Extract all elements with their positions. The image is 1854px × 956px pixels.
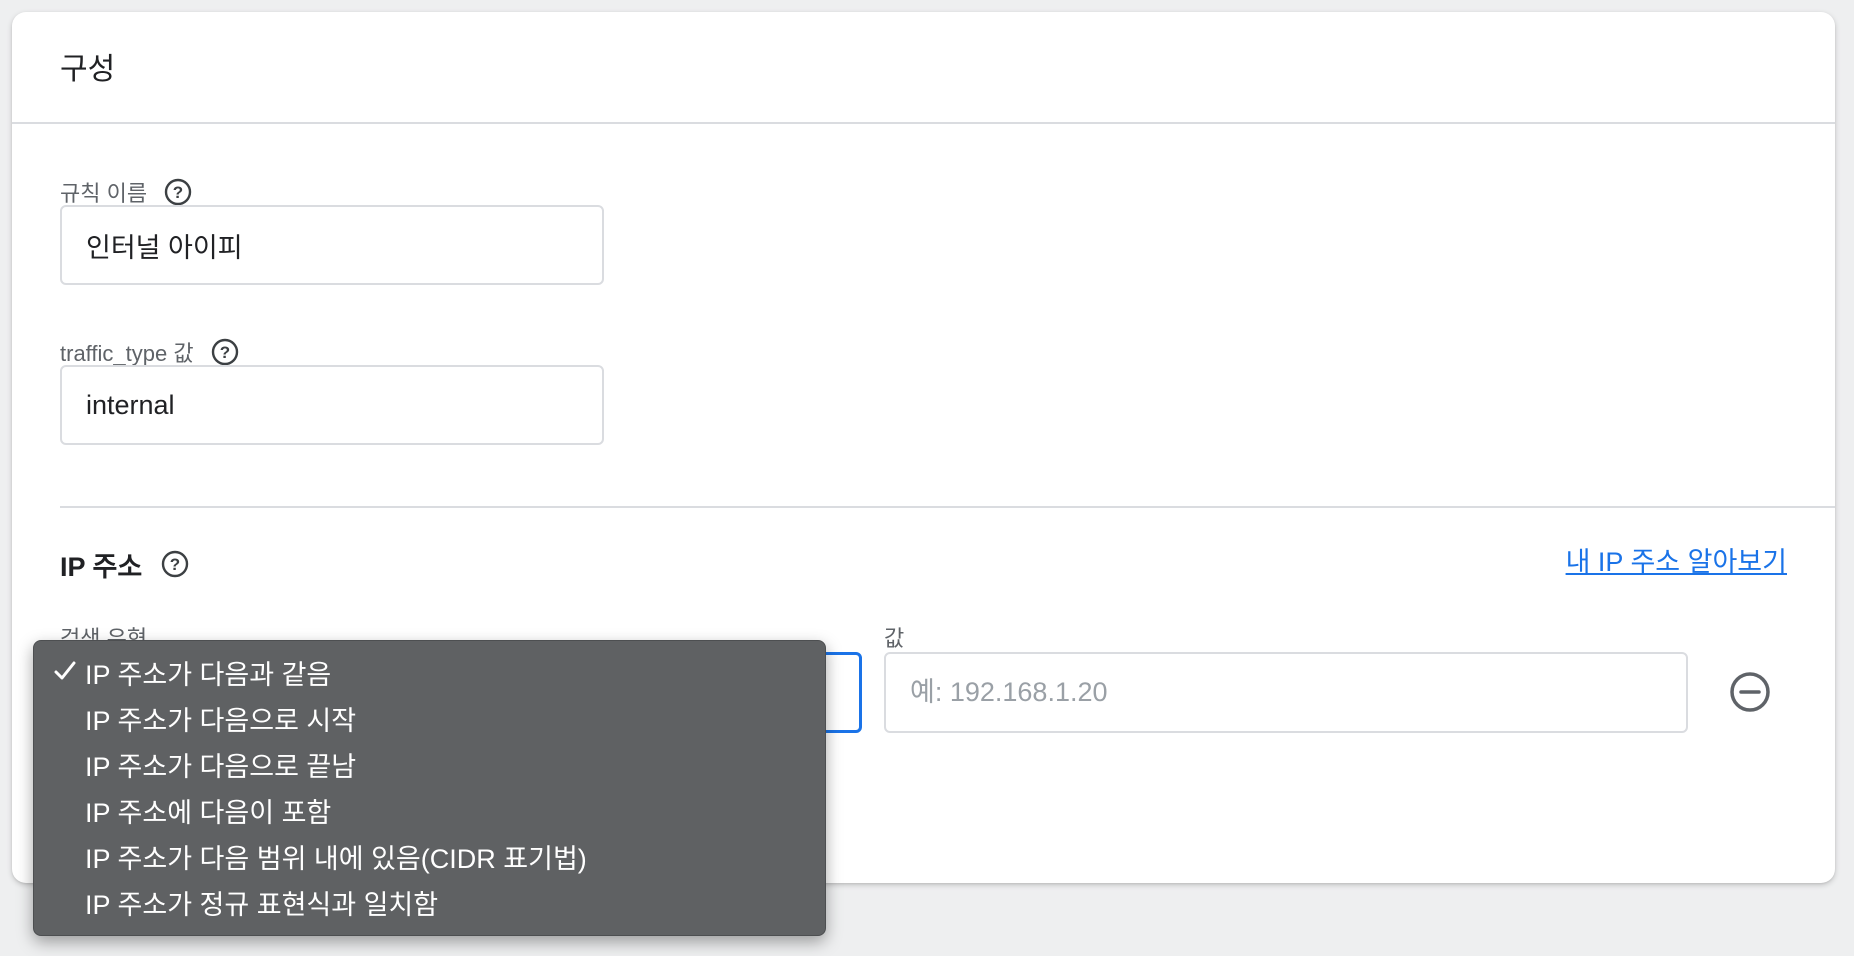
dropdown-option-label: IP 주소에 다음이 포함	[85, 797, 332, 828]
match-type-dropdown-menu: IP 주소가 다음과 같음 IP 주소가 다음으로 시작 IP 주소가 다음으로…	[33, 640, 826, 936]
ip-section-title: IP 주소	[60, 551, 143, 582]
dropdown-option-cidr-range[interactable]: IP 주소가 다음 범위 내에 있음(CIDR 표기법)	[34, 833, 825, 879]
rule-name-label-row: 규칙 이름 ?	[60, 177, 193, 207]
traffic-type-help-icon[interactable]: ?	[210, 337, 240, 367]
dropdown-option-begins-with[interactable]: IP 주소가 다음으로 시작	[34, 695, 825, 741]
dropdown-option-regex[interactable]: IP 주소가 정규 표현식과 일치함	[34, 879, 825, 925]
dropdown-option-label: IP 주소가 정규 표현식과 일치함	[85, 889, 439, 920]
section-divider	[60, 506, 1835, 508]
svg-text:?: ?	[219, 343, 229, 362]
rule-name-input[interactable]	[60, 205, 604, 285]
dropdown-option-label: IP 주소가 다음으로 시작	[85, 705, 357, 736]
ip-section-title-row: IP 주소 ?	[60, 542, 190, 586]
dropdown-option-label: IP 주소가 다음으로 끝남	[85, 751, 357, 782]
traffic-type-label: traffic_type 값	[60, 341, 194, 366]
rule-name-label: 규칙 이름	[60, 181, 148, 206]
dropdown-option-ends-with[interactable]: IP 주소가 다음으로 끝남	[34, 741, 825, 787]
traffic-type-input[interactable]	[60, 365, 604, 445]
dropdown-option-equals[interactable]: IP 주소가 다음과 같음	[34, 649, 825, 695]
svg-text:?: ?	[170, 555, 180, 574]
remove-circle-icon[interactable]	[1726, 668, 1774, 716]
checkmark-icon	[51, 657, 79, 685]
ip-value-input[interactable]	[884, 652, 1688, 733]
rule-name-help-icon[interactable]: ?	[163, 177, 193, 207]
ip-address-help-icon[interactable]: ?	[160, 549, 190, 579]
svg-text:?: ?	[173, 183, 183, 202]
find-my-ip-link[interactable]: 내 IP 주소 알아보기	[1566, 540, 1787, 579]
card-title: 구성	[60, 53, 116, 86]
traffic-type-label-row: traffic_type 값 ?	[60, 337, 240, 367]
dropdown-option-label: IP 주소가 다음과 같음	[85, 659, 332, 690]
value-label: 값	[884, 626, 905, 651]
dropdown-option-contains[interactable]: IP 주소에 다음이 포함	[34, 787, 825, 833]
header-divider	[12, 122, 1835, 124]
dropdown-option-label: IP 주소가 다음 범위 내에 있음(CIDR 표기법)	[85, 843, 587, 874]
